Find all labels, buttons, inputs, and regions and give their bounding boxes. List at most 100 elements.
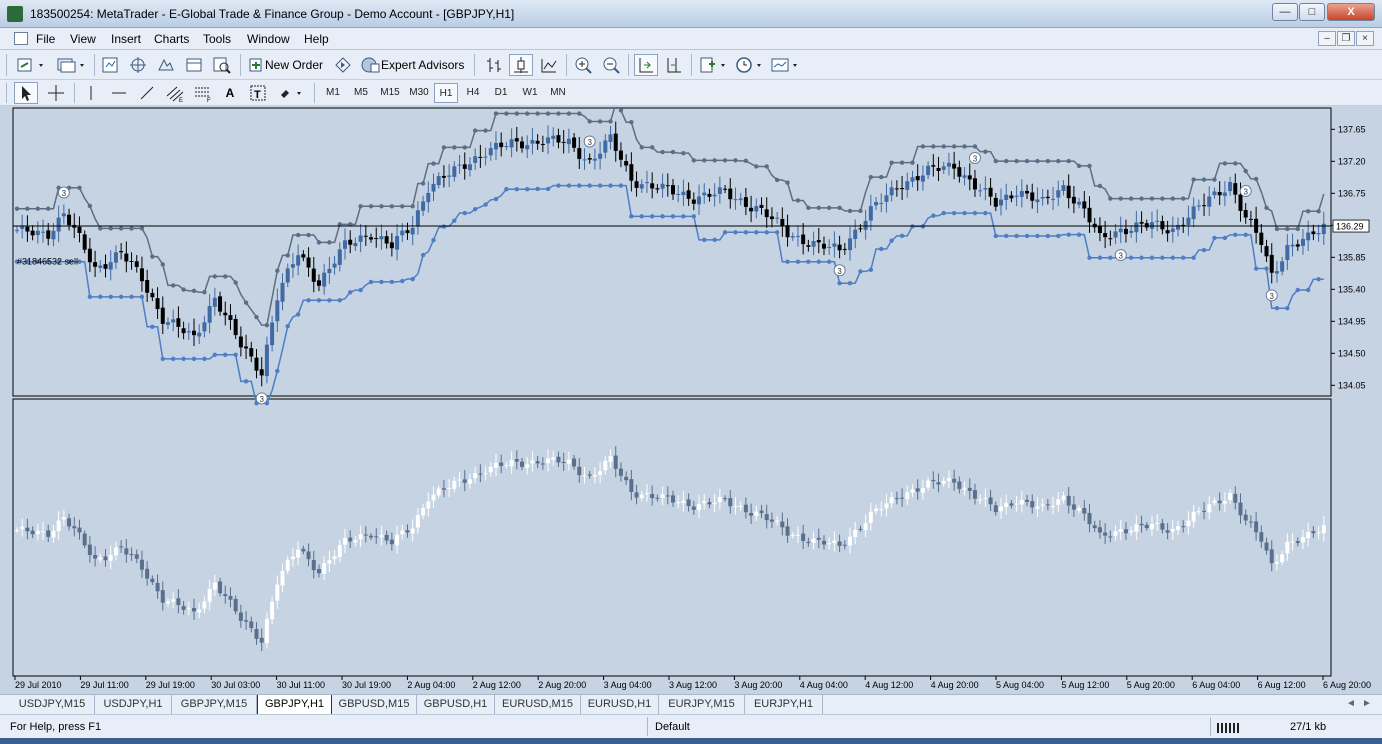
candle-body (108, 262, 113, 270)
menu-charts[interactable]: Charts (154, 32, 189, 46)
horizontal-line-button[interactable] (108, 82, 130, 104)
chart-window[interactable]: 3 3 3 3 3 3 3 3 #31846532 sell 137.65 137.20 136.75… (10, 107, 1374, 693)
tab-scroll-right-icon[interactable]: ► (1362, 698, 1372, 709)
mdi-restore-button[interactable]: ❐ (1337, 31, 1355, 46)
candle-body (936, 168, 941, 172)
oscillator-body (676, 502, 681, 504)
upper-stop-dot (535, 111, 540, 116)
svg-text:F: F (207, 98, 211, 103)
candle-body (82, 234, 87, 250)
oscillator-body (119, 546, 124, 548)
tab-gbpusd-m15[interactable]: GBPUSD,M15 (332, 695, 417, 714)
arrows-button[interactable] (275, 82, 309, 104)
tab-gbpjpy-m15[interactable]: GBPJPY,M15 (172, 695, 257, 714)
oscillator-body (447, 487, 452, 489)
line-chart-button[interactable] (537, 54, 561, 76)
zoom-in-button[interactable] (572, 54, 596, 76)
candle-body (410, 227, 415, 235)
candlestick-chart-button[interactable] (509, 54, 533, 76)
minimize-button[interactable]: — (1272, 3, 1298, 21)
close-button[interactable]: X (1327, 3, 1375, 21)
tab-gbpjpy-h1[interactable]: GBPJPY,H1 (257, 695, 332, 715)
vertical-line-button[interactable] (80, 82, 102, 104)
tab-eurusd-m15[interactable]: EURUSD,M15 (495, 695, 581, 714)
expert-advisors-button[interactable]: Expert Advisors (358, 54, 466, 76)
oscillator-body (728, 498, 733, 507)
candle-body (858, 228, 863, 230)
menu-view[interactable]: View (70, 32, 96, 46)
data-window-button[interactable] (126, 54, 150, 76)
text-label-button[interactable]: T (247, 82, 269, 104)
candle-body (868, 206, 873, 221)
navigator-button[interactable] (154, 54, 178, 76)
timeframe-h4[interactable]: H4 (460, 83, 486, 103)
lower-stop-dot (1128, 255, 1134, 260)
timeframe-d1[interactable]: D1 (488, 83, 514, 103)
tab-eurjpy-m15[interactable]: EURJPY,M15 (659, 695, 745, 714)
terminal-button[interactable] (182, 54, 206, 76)
new-order-button[interactable]: New Order (246, 54, 328, 76)
oscillator-body (160, 590, 165, 603)
tab-eurusd-h1[interactable]: EURUSD,H1 (581, 695, 659, 714)
indicators-button[interactable] (697, 54, 731, 76)
upper-stop-dot (816, 205, 821, 211)
timeframe-m15[interactable]: M15 (376, 83, 404, 103)
status-profile[interactable]: Default (655, 721, 690, 733)
timeframe-m5[interactable]: M5 (348, 83, 374, 103)
auto-scroll-button[interactable] (634, 54, 658, 76)
timeframe-h1[interactable]: H1 (434, 83, 458, 103)
oscillator-body (192, 608, 197, 612)
oscillator-body (426, 501, 431, 509)
text-tool-button[interactable]: A (219, 82, 241, 104)
metaeditor-button[interactable] (332, 54, 354, 76)
bar-chart-button[interactable] (482, 54, 506, 76)
upper-stop-dot (629, 120, 634, 125)
equidistant-channel-button[interactable]: E (163, 82, 187, 104)
timeframe-mn[interactable]: MN (545, 83, 571, 103)
chart-shift-button[interactable] (662, 54, 686, 76)
chart-window-icon[interactable] (14, 32, 28, 45)
candle-body (1316, 233, 1321, 235)
candle-body (910, 177, 915, 182)
menu-insert[interactable]: Insert (111, 32, 141, 46)
templates-button[interactable] (769, 54, 803, 76)
price-chart[interactable]: 3 3 3 3 3 3 3 3 #31846532 sell 137.65 137.20 136.75… (10, 107, 1374, 693)
oscillator-body (608, 456, 613, 462)
oscillator-body (1139, 523, 1144, 526)
upper-stop-dot (129, 226, 134, 231)
zoom-out-button[interactable] (600, 54, 624, 76)
candle-body (1061, 185, 1066, 191)
trendline-button[interactable] (136, 82, 158, 104)
profiles-button[interactable] (54, 54, 90, 76)
fibonacci-button[interactable]: F (191, 82, 215, 104)
oscillator-body (863, 523, 868, 530)
timeframe-m30[interactable]: M30 (405, 83, 433, 103)
mdi-minimize-button[interactable]: – (1318, 31, 1336, 46)
tab-scroll-left-icon[interactable]: ◄ (1346, 698, 1356, 709)
connection-status-icon[interactable] (1217, 721, 1243, 733)
crosshair-tool-button[interactable] (44, 82, 68, 104)
tab-gbpusd-h1[interactable]: GBPUSD,H1 (417, 695, 495, 714)
cursor-tool-button[interactable] (14, 82, 38, 104)
menu-file[interactable]: File (36, 32, 55, 46)
market-watch-button[interactable] (98, 54, 122, 76)
tab-usdjpy-m15[interactable]: USDJPY,M15 (10, 695, 95, 714)
mdi-close-button[interactable]: × (1356, 31, 1374, 46)
menu-tools[interactable]: Tools (203, 32, 231, 46)
timeframe-w1[interactable]: W1 (516, 83, 544, 103)
maximize-button[interactable]: □ (1299, 3, 1325, 21)
menu-window[interactable]: Window (247, 32, 290, 46)
tab-eurjpy-h1[interactable]: EURJPY,H1 (745, 695, 823, 714)
upper-stop-dot (660, 149, 665, 155)
oscillator-body (1103, 532, 1108, 536)
timeframe-m1[interactable]: M1 (320, 83, 346, 103)
periods-button[interactable] (733, 54, 767, 76)
new-chart-button[interactable] (14, 54, 50, 76)
line-studies-toolbar: E F A T M1 M5 M15 M30 H1 H4 D1 W1 MN (0, 80, 1382, 106)
candle-body (332, 263, 337, 268)
strategy-tester-button[interactable] (210, 54, 234, 76)
lower-stop-dot (1160, 255, 1165, 260)
menu-help[interactable]: Help (304, 32, 329, 46)
lower-stop-dot (493, 196, 499, 202)
tab-usdjpy-h1[interactable]: USDJPY,H1 (95, 695, 172, 714)
